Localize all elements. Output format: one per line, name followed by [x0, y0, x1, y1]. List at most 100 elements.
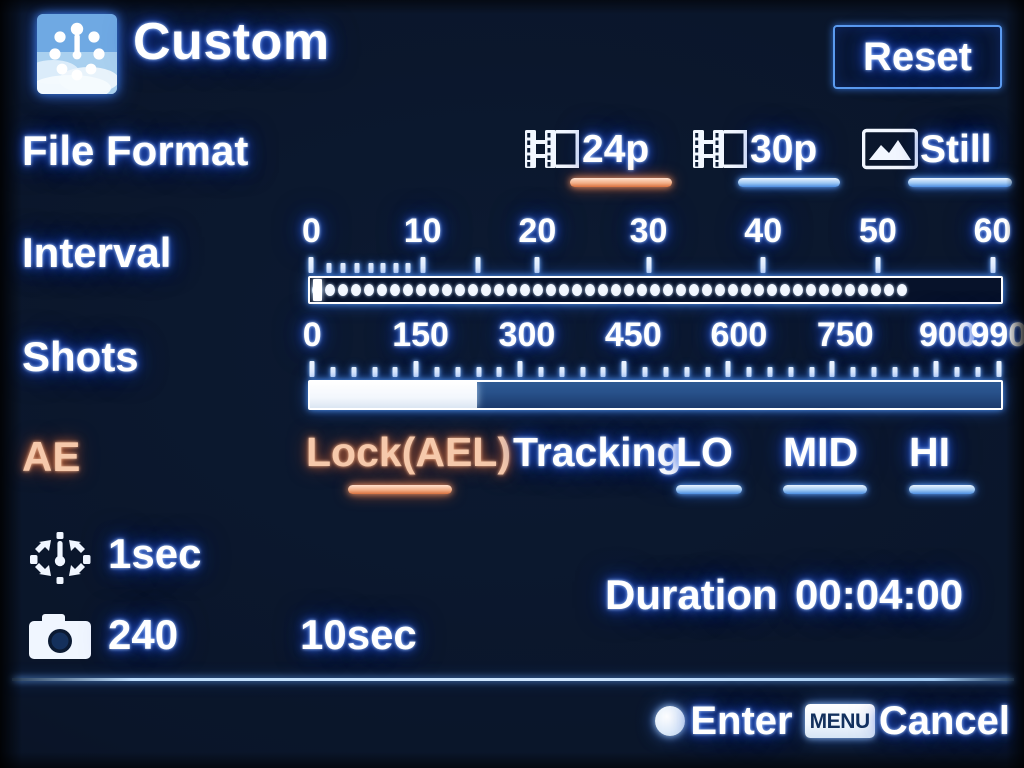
page-title: Custom — [133, 13, 330, 71]
axis-tick-mark — [892, 367, 898, 377]
film-strip-icon — [525, 130, 579, 168]
interval-track-dot — [884, 284, 894, 296]
shots-track-remainder — [477, 382, 1001, 408]
interval-track-dots — [312, 284, 907, 296]
interval-track-dot — [728, 284, 738, 296]
interval-track-dot — [845, 284, 855, 296]
axis-tick-label: 150 — [392, 316, 449, 354]
ae-option-lo[interactable]: LO — [676, 429, 742, 496]
ae-option-mid[interactable]: MID — [783, 429, 867, 496]
interval-row-label: Interval — [22, 229, 172, 276]
interval-track[interactable] — [308, 276, 1003, 304]
reset-button[interactable]: Reset — [833, 25, 1002, 89]
shots-track[interactable] — [308, 380, 1003, 410]
axis-tick-label: 300 — [498, 316, 556, 354]
picture-icon — [862, 128, 918, 170]
interval-track-dot — [832, 284, 842, 296]
file-format-option-label: Still — [920, 127, 992, 171]
ae-option-tracking[interactable]: Tracking — [513, 432, 682, 496]
cancel-hint-label[interactable]: Cancel — [879, 701, 1010, 741]
file-format-option-underline — [738, 178, 840, 187]
axis-tick-label: 990 — [970, 316, 1024, 354]
axis-tick-mark — [646, 257, 652, 273]
interval-track-dot — [559, 284, 569, 296]
duration-value: 00:04:00 — [795, 571, 964, 618]
ae-option-label: HI — [909, 429, 950, 475]
ae-option-hi[interactable]: HI — [909, 429, 975, 496]
file-format-option-24p[interactable]: 24p — [524, 126, 672, 188]
axis-tick-mark — [326, 263, 332, 273]
interval-track-dot — [806, 284, 816, 296]
enter-hint-label[interactable]: Enter — [690, 701, 792, 741]
interval-axis-labels: 0 10 20 30 40 50 60 — [302, 212, 1011, 254]
axis-tick-mark — [996, 361, 1002, 377]
axis-tick-mark — [420, 257, 426, 273]
axis-tick-mark — [621, 361, 627, 377]
axis-tick-mark — [308, 257, 314, 273]
interval-track-dot — [650, 284, 660, 296]
interval-track-dot — [442, 284, 452, 296]
interval-track-dot — [416, 284, 426, 296]
ae-option-lock[interactable]: Lock(AEL) — [306, 432, 511, 496]
interval-track-dot — [325, 284, 335, 296]
axis-tick-mark — [684, 367, 690, 377]
shutter-summary-value: 10sec — [300, 611, 417, 658]
axis-tick-mark — [309, 361, 315, 377]
duration-label: Duration — [605, 571, 778, 618]
file-format-option-30p[interactable]: 30p — [692, 126, 840, 188]
axis-tick-mark — [913, 367, 919, 377]
axis-tick-mark — [705, 367, 711, 377]
axis-tick-mark — [538, 367, 544, 377]
interval-track-dot — [429, 284, 439, 296]
axis-tick-mark — [434, 367, 440, 377]
axis-tick-mark — [875, 257, 881, 273]
interval-track-dot — [338, 284, 348, 296]
axis-tick-mark — [393, 263, 399, 273]
interval-track-dot — [377, 284, 387, 296]
interval-track-dot — [754, 284, 764, 296]
reset-button-label: Reset — [863, 35, 972, 79]
axis-tick-mark — [392, 367, 398, 377]
axis-tick-mark — [746, 367, 752, 377]
axis-tick-label: 750 — [816, 316, 874, 354]
ae-row-label: AE — [22, 433, 81, 480]
interval-track-dot — [364, 284, 374, 296]
axis-tick-mark — [975, 367, 981, 377]
ae-option-label: LO — [676, 429, 733, 475]
ae-option-label: Lock(AEL) — [306, 429, 511, 475]
ae-option-underline — [676, 485, 742, 494]
interval-track-dot — [689, 284, 699, 296]
axis-tick-label: 30 — [629, 212, 668, 250]
interval-track-dot — [767, 284, 777, 296]
menu-key-icon[interactable]: MENU — [804, 704, 875, 738]
axis-tick-mark — [954, 367, 960, 377]
interval-track-dot — [507, 284, 517, 296]
axis-tick-label: 900 — [919, 316, 976, 354]
axis-tick-mark — [580, 367, 586, 377]
interval-slider[interactable]: 0 10 20 30 40 50 60 — [302, 212, 1011, 304]
interval-track-dot — [468, 284, 478, 296]
file-format-option-label: 30p — [750, 127, 818, 171]
file-format-option-label: 24p — [582, 127, 650, 171]
axis-tick-label: 20 — [518, 212, 557, 250]
interval-track-dot — [351, 284, 361, 296]
shots-axis-labels: 0 150 300 450 600 750 900 990 — [303, 316, 1024, 358]
axis-tick-label: 60 — [973, 212, 1012, 250]
interval-track-dot — [715, 284, 725, 296]
axis-tick-label: 40 — [744, 212, 783, 250]
axis-tick-mark — [455, 367, 461, 377]
axis-tick-label: 0 — [302, 316, 322, 354]
interval-slider-knob[interactable] — [313, 279, 323, 301]
interval-track-dot — [858, 284, 868, 296]
interval-track-dot — [533, 284, 543, 296]
file-format-option-still[interactable]: Still — [862, 126, 1012, 188]
interval-track-dot — [897, 284, 907, 296]
axis-tick-mark — [809, 367, 815, 377]
axis-tick-label: 450 — [604, 316, 662, 354]
shots-slider[interactable]: 0 150 300 450 600 750 900 990 — [303, 316, 1024, 410]
axis-tick-label: 50 — [858, 212, 897, 250]
axis-tick-mark — [850, 367, 856, 377]
ae-option-label: MID — [783, 429, 859, 475]
axis-tick-mark — [405, 263, 411, 273]
footer-divider — [12, 678, 1014, 681]
